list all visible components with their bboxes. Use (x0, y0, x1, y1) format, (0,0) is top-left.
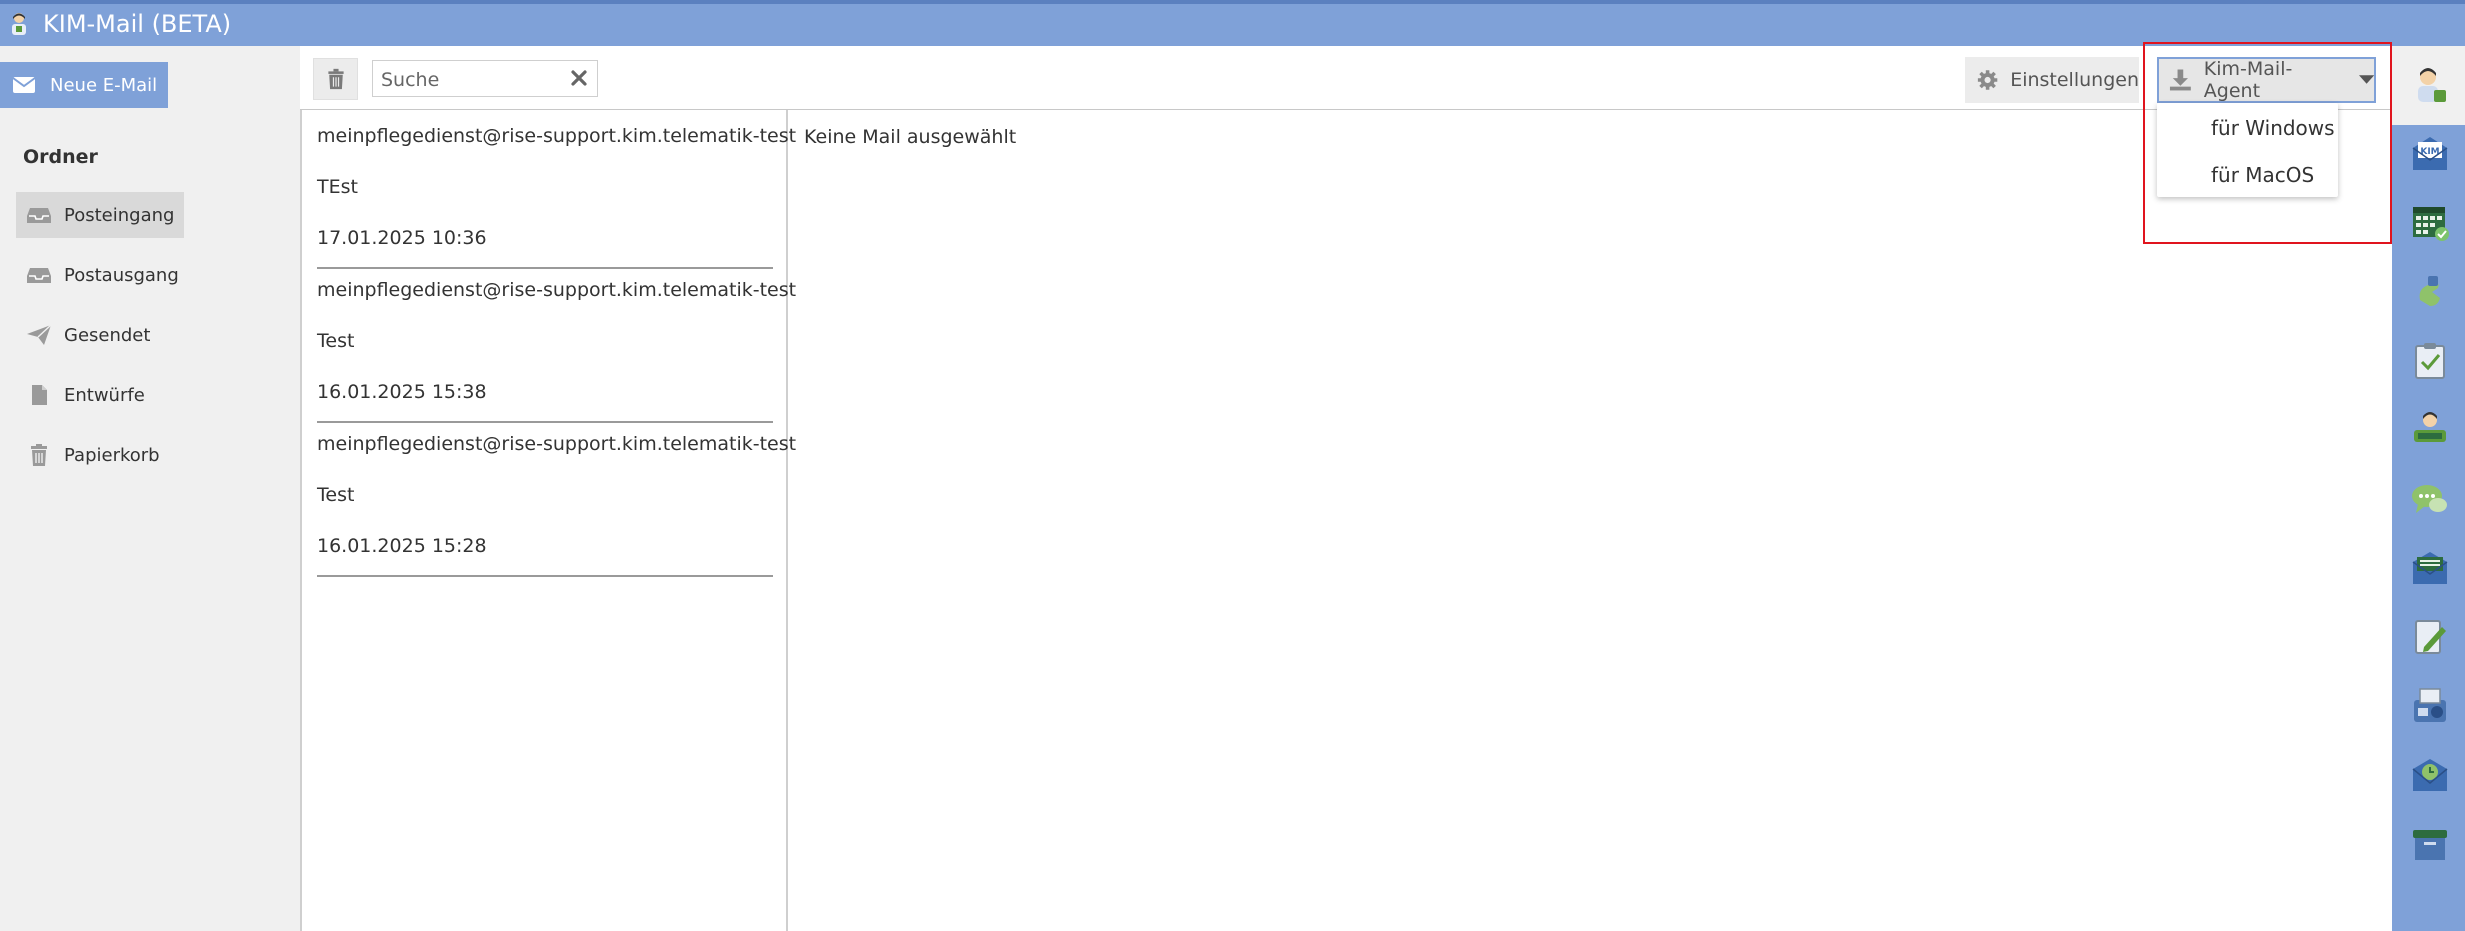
mail-subject: Test (317, 484, 355, 506)
folders-heading: Ordner (23, 146, 98, 168)
folder-inbox[interactable]: Posteingang (16, 192, 184, 238)
folder-drafts[interactable]: Entwürfe (16, 372, 184, 418)
highlight-annotation (2143, 42, 2392, 244)
calendar-icon[interactable] (2410, 203, 2450, 243)
empty-detail-message: Keine Mail ausgewählt (804, 126, 1017, 148)
paper-plane-icon (27, 324, 52, 345)
folder-label: Gesendet (64, 324, 151, 346)
list-divider (786, 110, 788, 931)
app-logo-icon (12, 13, 26, 35)
title-bar (0, 0, 2465, 46)
window-title: KIM-Mail (BETA) (43, 10, 232, 38)
search-box (372, 60, 598, 97)
mail-sender: meinpflegedienst@rise-support.kim.telema… (317, 125, 797, 147)
close-icon[interactable] (569, 68, 589, 88)
mail-sender: meinpflegedienst@rise-support.kim.telema… (317, 279, 797, 301)
folder-outbox[interactable]: Postausgang (16, 252, 184, 298)
trash-icon (327, 68, 344, 90)
sidebar (0, 46, 300, 931)
mail-sender: meinpflegedienst@rise-support.kim.telema… (317, 433, 797, 455)
folder-label: Papierkorb (64, 444, 160, 466)
settings-label: Einstellungen (2010, 69, 2139, 91)
gear-icon (1977, 70, 1998, 90)
inbox-icon (27, 208, 51, 223)
mail-separator (317, 575, 773, 577)
envelope-icon (12, 77, 36, 93)
mail-subject: Test (317, 330, 355, 352)
file-icon (32, 385, 47, 405)
mail-date: 16.01.2025 15:38 (317, 381, 487, 403)
toolbar-divider (300, 109, 2392, 110)
new-mail-label: Neue E-Mail (50, 74, 158, 96)
folder-label: Entwürfe (64, 384, 145, 406)
mail-list-item[interactable]: meinpflegedienst@rise-support.kim.telema… (302, 116, 796, 270)
mail-subject: TEst (317, 176, 358, 198)
messages-icon[interactable] (2410, 548, 2450, 588)
settings-button[interactable]: Einstellungen (1965, 57, 2139, 103)
mail-list-item[interactable]: meinpflegedienst@rise-support.kim.telema… (302, 270, 796, 424)
mail-separator (317, 421, 773, 423)
folder-trash[interactable]: Papierkorb (16, 432, 184, 478)
outbox-icon (27, 268, 51, 283)
staff-icon[interactable] (2410, 410, 2450, 450)
archive-box-icon[interactable] (2410, 824, 2450, 864)
folder-label: Posteingang (64, 204, 175, 226)
care-hand-icon[interactable] (2410, 272, 2450, 312)
folder-label: Postausgang (64, 264, 179, 286)
mail-clock-icon[interactable] (2410, 755, 2450, 795)
folder-sent[interactable]: Gesendet (16, 312, 184, 358)
mail-date: 17.01.2025 10:36 (317, 227, 487, 249)
user-profile-icon[interactable] (2410, 66, 2450, 106)
trash-icon (31, 444, 47, 466)
mail-date: 16.01.2025 15:28 (317, 535, 487, 557)
delete-button[interactable] (313, 58, 358, 100)
chat-icon[interactable] (2410, 479, 2450, 519)
new-mail-button[interactable]: Neue E-Mail (0, 62, 168, 108)
kim-mail-icon[interactable]: KIM (2410, 134, 2450, 174)
edit-document-icon[interactable] (2410, 617, 2450, 657)
checklist-icon[interactable] (2410, 341, 2450, 381)
mail-separator (317, 267, 773, 269)
search-input[interactable] (379, 65, 563, 94)
mail-list-item[interactable]: meinpflegedienst@rise-support.kim.telema… (302, 424, 796, 578)
fax-icon[interactable] (2410, 686, 2450, 726)
